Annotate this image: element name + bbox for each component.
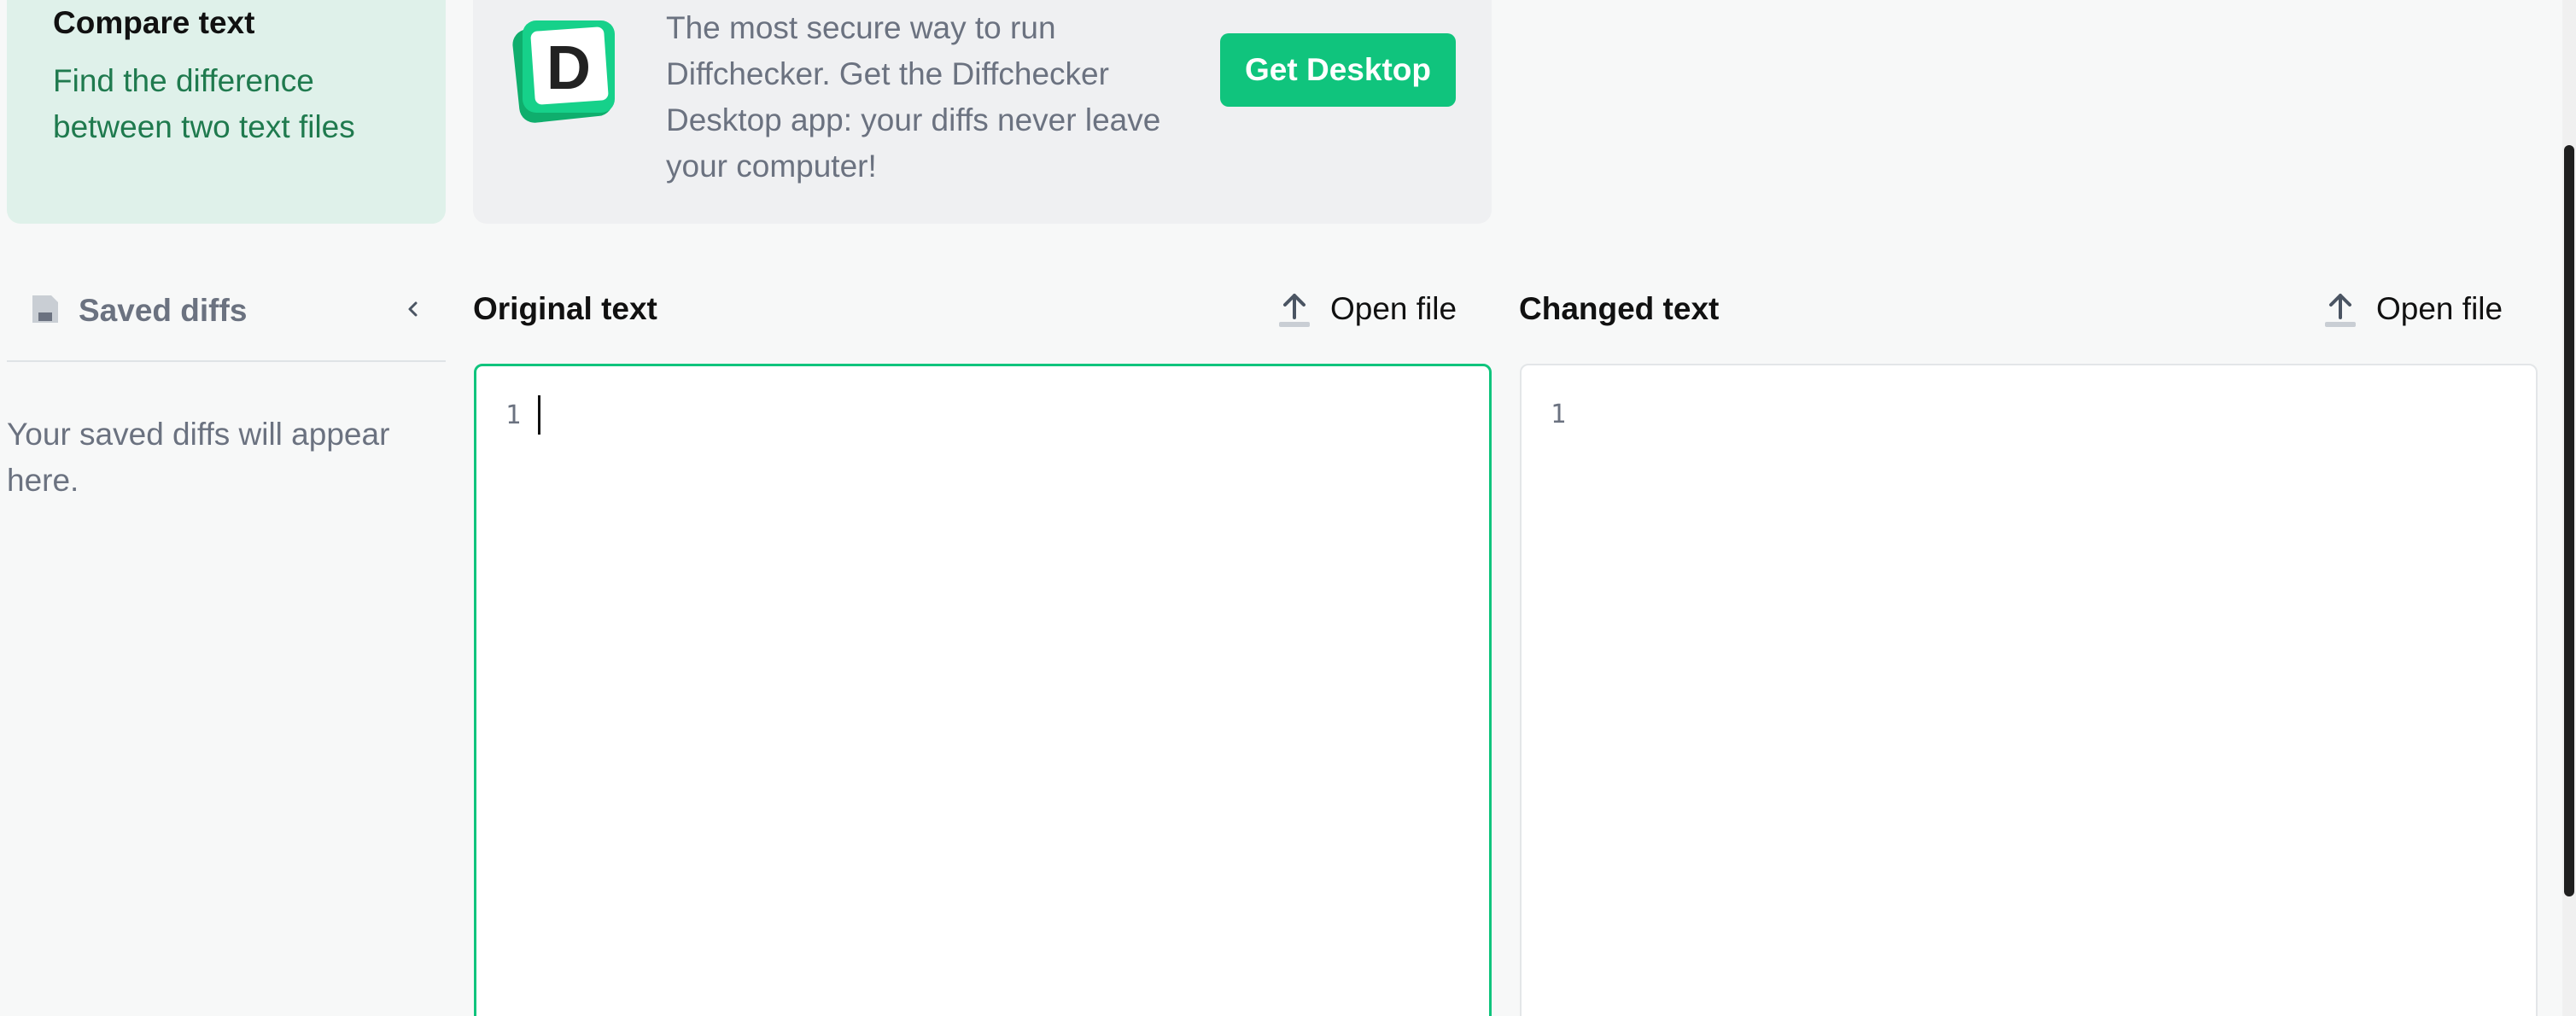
collapse-sidebar-button[interactable] (396, 292, 430, 326)
line-number: 1 (1551, 400, 1567, 429)
saved-diffs-title: Saved diffs (79, 293, 248, 328)
upload-icon (1279, 294, 1310, 327)
line-number: 1 (505, 400, 522, 430)
open-file-label: Open file (1330, 291, 1457, 326)
original-text-title: Original text (473, 291, 657, 326)
saved-diffs-header: Saved diffs (7, 287, 446, 362)
chevron-left-icon (408, 301, 418, 317)
open-file-label: Open file (2376, 291, 2503, 326)
desktop-app-promo: D The most secure way to run Diffchecker… (473, 0, 1492, 224)
changed-text-input[interactable] (1583, 391, 2519, 1016)
compare-text-card[interactable]: Compare text Find the difference between… (7, 0, 446, 224)
saved-diffs-empty-message: Your saved diffs will appear here. (7, 417, 390, 498)
open-file-original-button[interactable]: Open file (1277, 287, 1457, 331)
original-text-input[interactable] (538, 392, 1472, 1016)
svg-text:D: D (546, 34, 591, 102)
changed-text-editor[interactable]: 1 (1520, 364, 2538, 1016)
original-text-editor[interactable]: 1 (474, 364, 1492, 1016)
get-desktop-button[interactable]: Get Desktop (1220, 33, 1456, 107)
compare-text-title: Compare text (53, 5, 255, 40)
promo-text: The most secure way to run Diffchecker. … (666, 10, 1161, 184)
changed-text-header: Changed text Open file (1519, 287, 2509, 331)
upload-icon (2325, 294, 2356, 327)
diffchecker-logo-icon: D (512, 20, 615, 123)
text-caret (538, 395, 540, 435)
compare-text-description: Find the difference between two text fil… (53, 63, 355, 144)
open-file-changed-button[interactable]: Open file (2323, 287, 2503, 331)
original-text-header: Original text Open file (473, 287, 1463, 331)
changed-text-title: Changed text (1519, 291, 1720, 326)
scrollbar-thumb[interactable] (2564, 145, 2574, 896)
diffchecker-page: Compare text Find the difference between… (0, 0, 2576, 1016)
save-icon (32, 295, 58, 323)
page-scrollbar[interactable] (2562, 0, 2576, 1016)
